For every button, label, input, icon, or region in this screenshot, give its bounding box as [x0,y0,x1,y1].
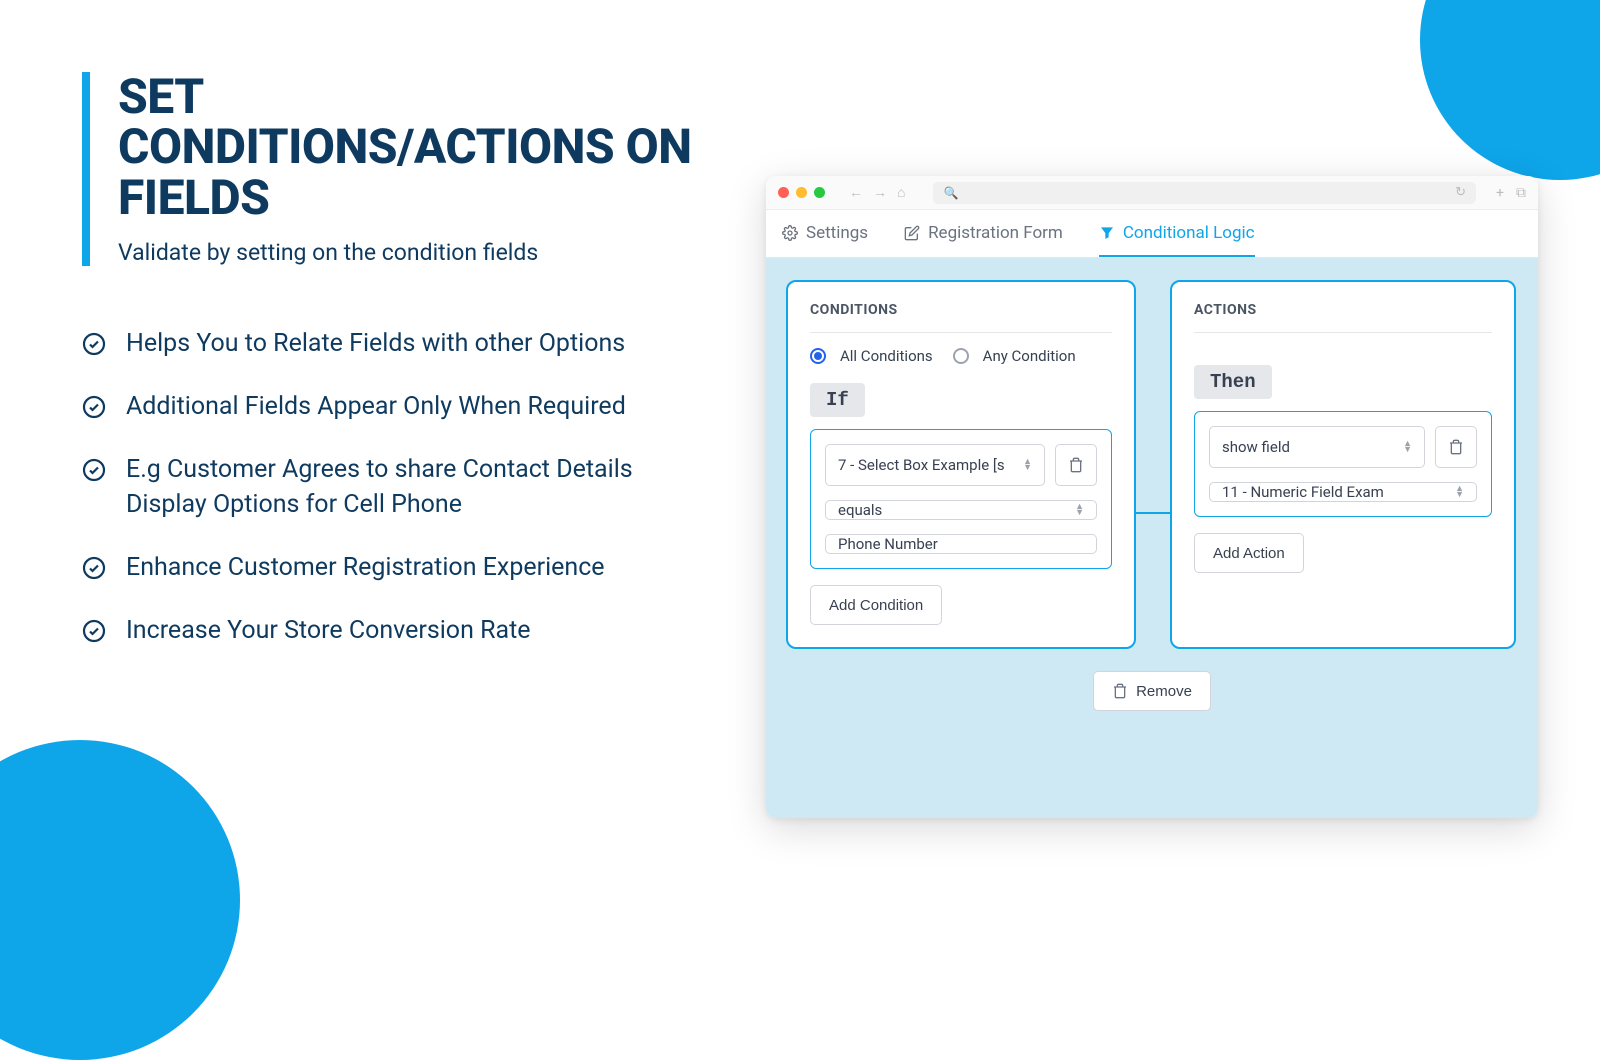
check-circle-icon [82,332,106,356]
bullet-item: Increase Your Store Conversion Rate [82,613,702,648]
bullet-text: Additional Fields Appear Only When Requi… [126,389,626,424]
select-value: 7 - Select Box Example [s [838,456,1005,474]
forward-icon[interactable]: → [873,184,887,201]
maximize-window-icon[interactable] [814,187,825,198]
delete-action-button[interactable] [1435,426,1477,468]
decor-circle-top-right [1420,0,1600,180]
button-label: Add Condition [829,597,923,614]
conditions-heading: CONDITIONS [810,302,1112,318]
trash-icon [1448,439,1464,455]
condition-value-input[interactable]: Phone Number [825,534,1097,554]
add-action-button[interactable]: Add Action [1194,533,1304,573]
tab-label: Conditional Logic [1123,223,1255,243]
then-chip: Then [1194,365,1272,399]
new-tab-icon[interactable]: + [1496,185,1504,201]
button-label: Add Action [1213,545,1285,562]
divider [810,332,1112,333]
app-tabs: Settings Registration Form Conditional L… [766,210,1538,258]
marketing-left-panel: SET CONDITIONS/ACTIONS ON FIELDS Validat… [82,72,702,676]
refresh-icon[interactable]: ↻ [1455,185,1466,200]
check-circle-icon [82,619,106,643]
input-value: Phone Number [838,535,938,553]
traffic-lights [778,187,825,198]
chevron-updown-icon: ▲▼ [1023,459,1032,471]
filter-icon [1099,225,1115,241]
page-title: SET CONDITIONS/ACTIONS ON FIELDS [118,72,702,223]
tab-label: Settings [806,223,868,243]
workspace: CONDITIONS All Conditions Any Condition … [766,258,1538,818]
bullet-item: E.g Customer Agrees to share Contact Det… [82,452,702,522]
remove-rule-button[interactable]: Remove [1093,671,1211,711]
radio-label-any: Any Condition [983,347,1076,365]
divider [1194,332,1492,333]
decor-circle-bottom-left [0,740,240,1060]
page-subtitle: Validate by setting on the condition fie… [118,239,702,266]
bullet-item: Enhance Customer Registration Experience [82,550,702,585]
gear-icon [782,225,798,241]
chevron-updown-icon: ▲▼ [1455,486,1464,498]
tab-settings[interactable]: Settings [782,210,868,257]
condition-rule-box: 7 - Select Box Example [s ▲▼ equals ▲▼ P… [810,429,1112,569]
action-rule-box: show field ▲▼ 11 - Numeric Field Exam ▲▼ [1194,411,1492,517]
select-value: show field [1222,438,1290,456]
condition-field-select[interactable]: 7 - Select Box Example [s ▲▼ [825,444,1045,486]
home-icon[interactable]: ⌂ [897,184,905,201]
minimize-window-icon[interactable] [796,187,807,198]
bullet-item: Additional Fields Appear Only When Requi… [82,389,702,424]
select-value: 11 - Numeric Field Exam [1222,483,1384,501]
check-circle-icon [82,395,106,419]
back-icon[interactable]: ← [849,184,863,201]
delete-condition-button[interactable] [1055,444,1097,486]
action-type-select[interactable]: show field ▲▼ [1209,426,1425,468]
app-window: ← → ⌂ 🔍 ↻ + ⧉ Settings Registration Form… [766,176,1538,818]
tab-conditional-logic[interactable]: Conditional Logic [1099,210,1255,257]
window-titlebar: ← → ⌂ 🔍 ↻ + ⧉ [766,176,1538,210]
button-label: Remove [1136,683,1192,700]
trash-icon [1068,457,1084,473]
bullet-text: Helps You to Relate Fields with other Op… [126,326,625,361]
bullet-item: Helps You to Relate Fields with other Op… [82,326,702,361]
add-condition-button[interactable]: Add Condition [810,585,942,625]
address-bar[interactable]: 🔍 ↻ [933,182,1476,204]
radio-label-all: All Conditions [840,347,933,365]
copy-icon[interactable]: ⧉ [1516,185,1526,201]
chevron-updown-icon: ▲▼ [1403,441,1412,453]
trash-icon [1112,683,1128,699]
actions-heading: ACTIONS [1194,302,1492,318]
search-icon: 🔍 [943,186,958,200]
edit-form-icon [904,225,920,241]
bullet-text: Increase Your Store Conversion Rate [126,613,531,648]
condition-operator-select[interactable]: equals ▲▼ [825,500,1097,520]
bullet-text: Enhance Customer Registration Experience [126,550,605,585]
radio-any-condition[interactable] [953,348,969,364]
conditions-card: CONDITIONS All Conditions Any Condition … [786,280,1136,649]
tab-registration-form[interactable]: Registration Form [904,210,1063,257]
check-circle-icon [82,556,106,580]
if-chip: If [810,383,865,417]
actions-card: ACTIONS Then show field ▲▼ 11 - Nu [1170,280,1516,649]
select-value: equals [838,501,882,519]
bullet-text: E.g Customer Agrees to share Contact Det… [126,452,702,522]
chevron-updown-icon: ▲▼ [1075,504,1084,516]
browser-nav-buttons: ← → ⌂ [849,184,905,201]
tab-label: Registration Form [928,223,1063,243]
radio-all-conditions[interactable] [810,348,826,364]
close-window-icon[interactable] [778,187,789,198]
action-target-select[interactable]: 11 - Numeric Field Exam ▲▼ [1209,482,1477,502]
check-circle-icon [82,458,106,482]
feature-bullet-list: Helps You to Relate Fields with other Op… [82,326,702,648]
